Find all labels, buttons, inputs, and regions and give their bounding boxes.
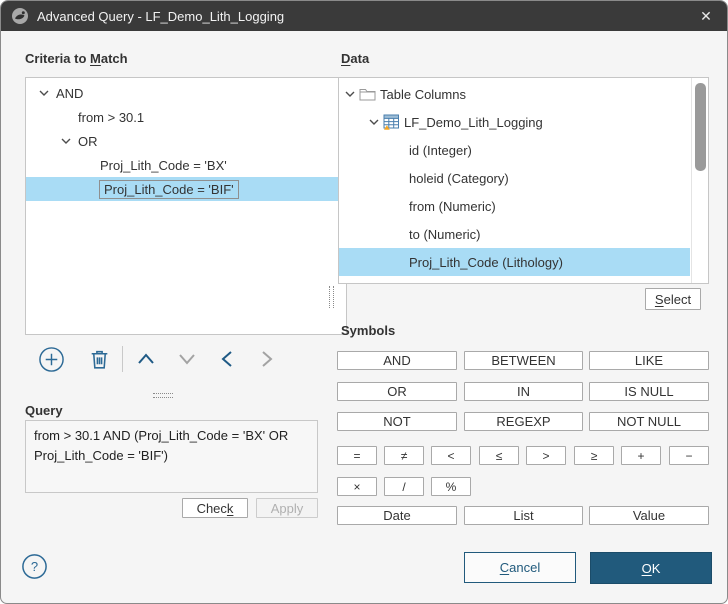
data-row-label: from (Numeric): [409, 198, 496, 214]
select-button[interactable]: Select: [645, 288, 701, 310]
help-button[interactable]: ?: [21, 553, 48, 580]
symbol-not-button[interactable]: NOT: [337, 412, 457, 431]
symbol-is-null-button[interactable]: IS NULL: [589, 382, 709, 401]
delete-criteria-button[interactable]: [85, 345, 113, 373]
symbol-and-button[interactable]: AND: [337, 351, 457, 370]
symbol-or-button[interactable]: OR: [337, 382, 457, 401]
data-row-label: to (Numeric): [409, 226, 481, 242]
chevron-left-icon: [214, 346, 240, 372]
chevron-down-icon: [174, 346, 200, 372]
data-row-label: LF_Demo_Lith_Logging: [404, 114, 543, 130]
move-down-button[interactable]: [173, 345, 201, 373]
data-row-column-selected[interactable]: Proj_Lith_Code (Lithology): [339, 248, 690, 276]
data-row-label: id (Integer): [409, 142, 472, 158]
close-button[interactable]: ✕: [683, 1, 727, 31]
operator-modulo-button[interactable]: %: [431, 477, 471, 496]
query-text-box[interactable]: from > 30.1 AND (Proj_Lith_Code = 'BX' O…: [25, 420, 318, 493]
criteria-row-or[interactable]: OR: [26, 129, 346, 153]
criteria-row-condition[interactable]: from > 30.1: [26, 105, 346, 129]
trash-icon: [87, 347, 112, 372]
symbol-in-button[interactable]: IN: [464, 382, 583, 401]
folder-icon: [359, 87, 376, 101]
criteria-row-label: AND: [56, 85, 84, 101]
table-icon: [383, 114, 400, 130]
operator-minus-button[interactable]: −: [669, 446, 709, 465]
operator-greater-than-button[interactable]: >: [526, 446, 566, 465]
data-row-table[interactable]: LF_Demo_Lith_Logging: [339, 108, 690, 136]
criteria-row-label: OR: [78, 133, 98, 149]
horizontal-splitter-handle[interactable]: [153, 393, 173, 398]
chevron-down-icon[interactable]: [58, 135, 74, 147]
move-left-button[interactable]: [213, 345, 241, 373]
data-row-column[interactable]: id (Integer): [339, 136, 690, 164]
cancel-button[interactable]: Cancel: [464, 552, 576, 583]
apply-button[interactable]: Apply: [256, 498, 318, 518]
operator-less-than-button[interactable]: <: [431, 446, 471, 465]
criteria-row-condition-selected[interactable]: Proj_Lith_Code = 'BIF': [26, 177, 346, 201]
data-row-column[interactable]: holeid (Category): [339, 164, 690, 192]
data-row-label: Table Columns: [380, 86, 466, 102]
criteria-label: Criteria to Match: [25, 51, 128, 66]
criteria-row-and[interactable]: AND: [26, 81, 346, 105]
data-label: Data: [341, 51, 370, 66]
operator-plus-button[interactable]: +: [621, 446, 661, 465]
data-row-label: Proj_Lith_Code (Lithology): [409, 254, 563, 270]
value-button[interactable]: Value: [589, 506, 709, 525]
criteria-row-label: Proj_Lith_Code = 'BIF': [99, 179, 239, 199]
criteria-tree: AND from > 30.1 OR Proj_Lith_Code = 'BX'…: [25, 77, 347, 335]
date-button[interactable]: Date: [337, 506, 457, 525]
chevron-down-icon[interactable]: [367, 116, 381, 128]
move-up-button[interactable]: [132, 345, 160, 373]
move-right-button[interactable]: [253, 345, 281, 373]
query-label: Query: [25, 403, 63, 418]
add-criteria-button[interactable]: [37, 345, 65, 373]
data-row-column[interactable]: to (Numeric): [339, 220, 690, 248]
symbol-between-button[interactable]: BETWEEN: [464, 351, 583, 370]
chevron-down-icon[interactable]: [343, 88, 357, 100]
help-icon: ?: [21, 553, 48, 580]
close-icon: ✕: [700, 7, 712, 24]
scrollbar-thumb[interactable]: [695, 83, 706, 171]
operator-divide-button[interactable]: /: [384, 477, 424, 496]
window-title: Advanced Query - LF_Demo_Lith_Logging: [37, 8, 285, 24]
operator-equals-button[interactable]: =: [337, 446, 377, 465]
check-button[interactable]: Check: [182, 498, 248, 518]
titlebar: Advanced Query - LF_Demo_Lith_Logging ✕: [1, 1, 727, 31]
advanced-query-dialog: Advanced Query - LF_Demo_Lith_Logging ✕ …: [0, 0, 728, 604]
symbol-regexp-button[interactable]: REGEXP: [464, 412, 583, 431]
data-row-column[interactable]: from (Numeric): [339, 192, 690, 220]
criteria-row-condition[interactable]: Proj_Lith_Code = 'BX': [26, 153, 346, 177]
toolbar-divider: [122, 346, 123, 372]
data-row-table-columns[interactable]: Table Columns: [339, 80, 690, 108]
chevron-up-icon: [133, 346, 159, 372]
criteria-row-label: Proj_Lith_Code = 'BX': [100, 157, 227, 173]
symbols-label: Symbols: [341, 323, 396, 338]
operator-greater-equal-button[interactable]: ≥: [574, 446, 614, 465]
chevron-right-icon: [254, 346, 280, 372]
operator-less-equal-button[interactable]: ≤: [479, 446, 519, 465]
symbol-like-button[interactable]: LIKE: [589, 351, 709, 370]
ok-button[interactable]: OK: [590, 552, 712, 584]
plus-circle-icon: [38, 346, 65, 373]
app-icon: [11, 7, 29, 25]
criteria-row-label: from > 30.1: [78, 109, 145, 125]
svg-text:?: ?: [31, 559, 38, 574]
data-tree: Table Columns LF_Demo_Lith_Logging id (I…: [338, 77, 709, 284]
vertical-splitter-handle[interactable]: [329, 286, 334, 308]
operator-not-equals-button[interactable]: ≠: [384, 446, 424, 465]
data-row-label: holeid (Category): [409, 170, 509, 186]
scrollbar-track: [691, 78, 692, 283]
symbol-not-null-button[interactable]: NOT NULL: [589, 412, 709, 431]
operator-multiply-button[interactable]: ×: [337, 477, 377, 496]
list-button[interactable]: List: [464, 506, 583, 525]
chevron-down-icon[interactable]: [36, 87, 52, 99]
